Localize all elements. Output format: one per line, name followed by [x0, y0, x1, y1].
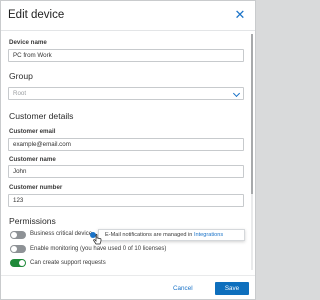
- customer-email-label: Customer email: [9, 128, 56, 135]
- business-critical-label: Business critical device: [30, 231, 93, 237]
- toggle-knob: [11, 232, 17, 238]
- group-select[interactable]: Root: [8, 87, 244, 100]
- integrations-link[interactable]: Integrations: [194, 232, 223, 238]
- customer-number-input[interactable]: 123: [8, 194, 244, 207]
- notifications-tooltip: E-Mail notifications are managed in Inte…: [98, 229, 245, 241]
- customer-email-input[interactable]: example@email.com: [8, 138, 244, 151]
- support-requests-label: Can create support requests: [30, 260, 106, 266]
- edit-device-dialog: Edit device ✕ Device name PC from Work G…: [0, 0, 256, 300]
- dialog-footer: Cancel Save: [1, 275, 255, 300]
- hand-cursor-icon: [93, 234, 102, 245]
- customer-name-input[interactable]: John: [8, 165, 244, 178]
- group-select-value: Root: [13, 90, 27, 97]
- scrollbar[interactable]: [251, 34, 253, 270]
- chevron-down-icon: [232, 89, 241, 98]
- scrollbar-thumb[interactable]: [251, 34, 253, 194]
- dialog-header: Edit device ✕: [1, 1, 255, 31]
- save-button[interactable]: Save: [215, 282, 249, 295]
- permissions-heading: Permissions: [9, 216, 56, 226]
- monitoring-toggle[interactable]: [10, 245, 26, 253]
- toggle-knob: [19, 260, 25, 266]
- customer-name-label: Customer name: [9, 156, 56, 163]
- customer-number-label: Customer number: [9, 184, 63, 191]
- tooltip-text: E-Mail notifications are managed in: [105, 232, 194, 238]
- support-requests-toggle[interactable]: [10, 259, 26, 267]
- business-critical-toggle[interactable]: [10, 231, 26, 239]
- close-icon[interactable]: ✕: [234, 8, 246, 21]
- toggle-knob: [11, 246, 17, 252]
- cancel-button[interactable]: Cancel: [173, 285, 193, 292]
- customer-details-heading: Customer details: [9, 111, 74, 121]
- dialog-title: Edit device: [8, 9, 65, 21]
- device-name-input[interactable]: PC from Work: [8, 49, 244, 62]
- device-name-label: Device name: [9, 39, 47, 46]
- group-heading: Group: [9, 71, 33, 81]
- monitoring-label: Enable monitoring (you have used 0 of 10…: [30, 246, 167, 252]
